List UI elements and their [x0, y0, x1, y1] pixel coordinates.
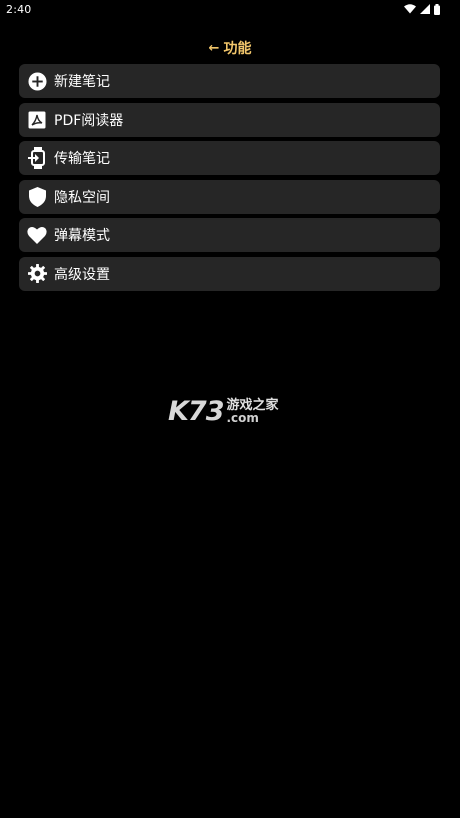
menu-item-label: 新建笔记	[54, 74, 110, 90]
status-time: 2:40	[6, 3, 32, 16]
menu-item-privacy-space[interactable]: 隐私空间	[19, 179, 440, 214]
menu-item-advanced-settings[interactable]: 高级设置	[19, 256, 440, 291]
function-menu: 新建笔记 PDF阅读器 传输笔记 隐私空间 弹幕模式 高级设置	[19, 64, 440, 295]
watermark-site-name: 游戏之家	[226, 397, 279, 413]
menu-item-new-note[interactable]: 新建笔记	[19, 64, 440, 98]
status-icons	[404, 3, 440, 15]
gear-icon	[27, 264, 47, 284]
add-circle-icon	[27, 71, 47, 91]
battery-icon	[434, 3, 440, 15]
menu-item-pdf-reader[interactable]: PDF阅读器	[19, 102, 440, 137]
shield-icon	[27, 186, 47, 207]
signal-icon	[420, 4, 430, 14]
menu-item-label: 隐私空间	[54, 189, 110, 206]
watermark-domain: .com	[226, 410, 259, 425]
watermark-brand: K73	[168, 395, 224, 427]
heart-icon	[27, 225, 47, 245]
page-header: ← 功能	[0, 38, 460, 58]
status-bar: 2:40	[0, 0, 460, 20]
back-arrow-icon[interactable]: ←	[209, 42, 220, 55]
watermark-logo: K73 游戏之家 .com	[168, 393, 279, 429]
menu-item-label: PDF阅读器	[54, 112, 124, 129]
menu-item-label: 传输笔记	[54, 151, 110, 167]
menu-item-label: 弹幕模式	[54, 228, 110, 244]
menu-item-danmaku-mode[interactable]: 弹幕模式	[19, 218, 440, 252]
wifi-icon	[404, 4, 416, 14]
menu-item-label: 高级设置	[54, 266, 110, 283]
menu-item-transfer-notes[interactable]: 传输笔记	[19, 141, 440, 175]
pdf-icon	[27, 110, 47, 130]
page-title: 功能	[223, 41, 252, 57]
transfer-icon	[27, 147, 47, 169]
